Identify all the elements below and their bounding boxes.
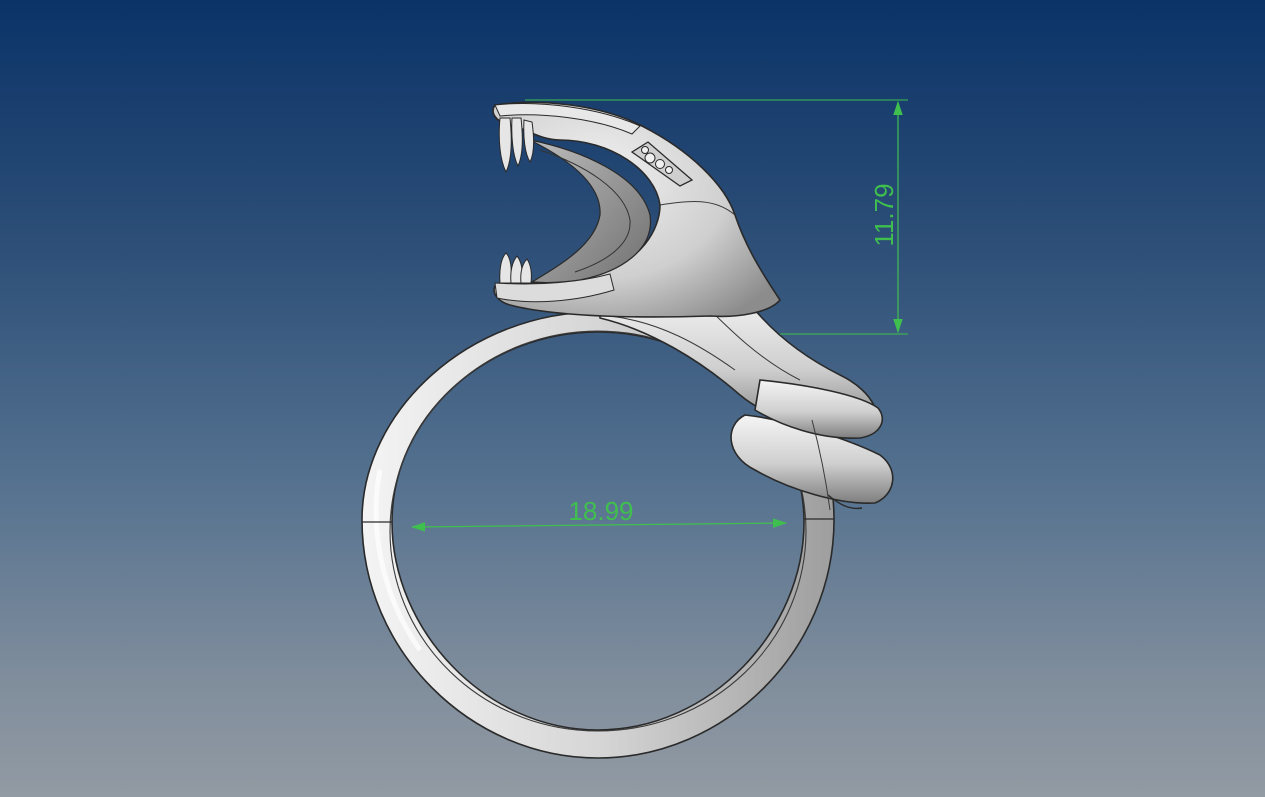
- 3d-viewport[interactable]: 11.79 18.99: [0, 0, 1265, 797]
- snake-head[interactable]: [492, 101, 781, 318]
- dimension-inner-diameter-label: 18.99: [568, 496, 633, 526]
- dimension-head-height-label: 11.79: [869, 183, 899, 246]
- upper-fangs: [498, 117, 535, 174]
- dimension-inner-diameter[interactable]: 18.99: [410, 496, 788, 532]
- cad-scene[interactable]: 11.79 18.99: [0, 0, 1265, 797]
- lower-fangs: [499, 252, 532, 284]
